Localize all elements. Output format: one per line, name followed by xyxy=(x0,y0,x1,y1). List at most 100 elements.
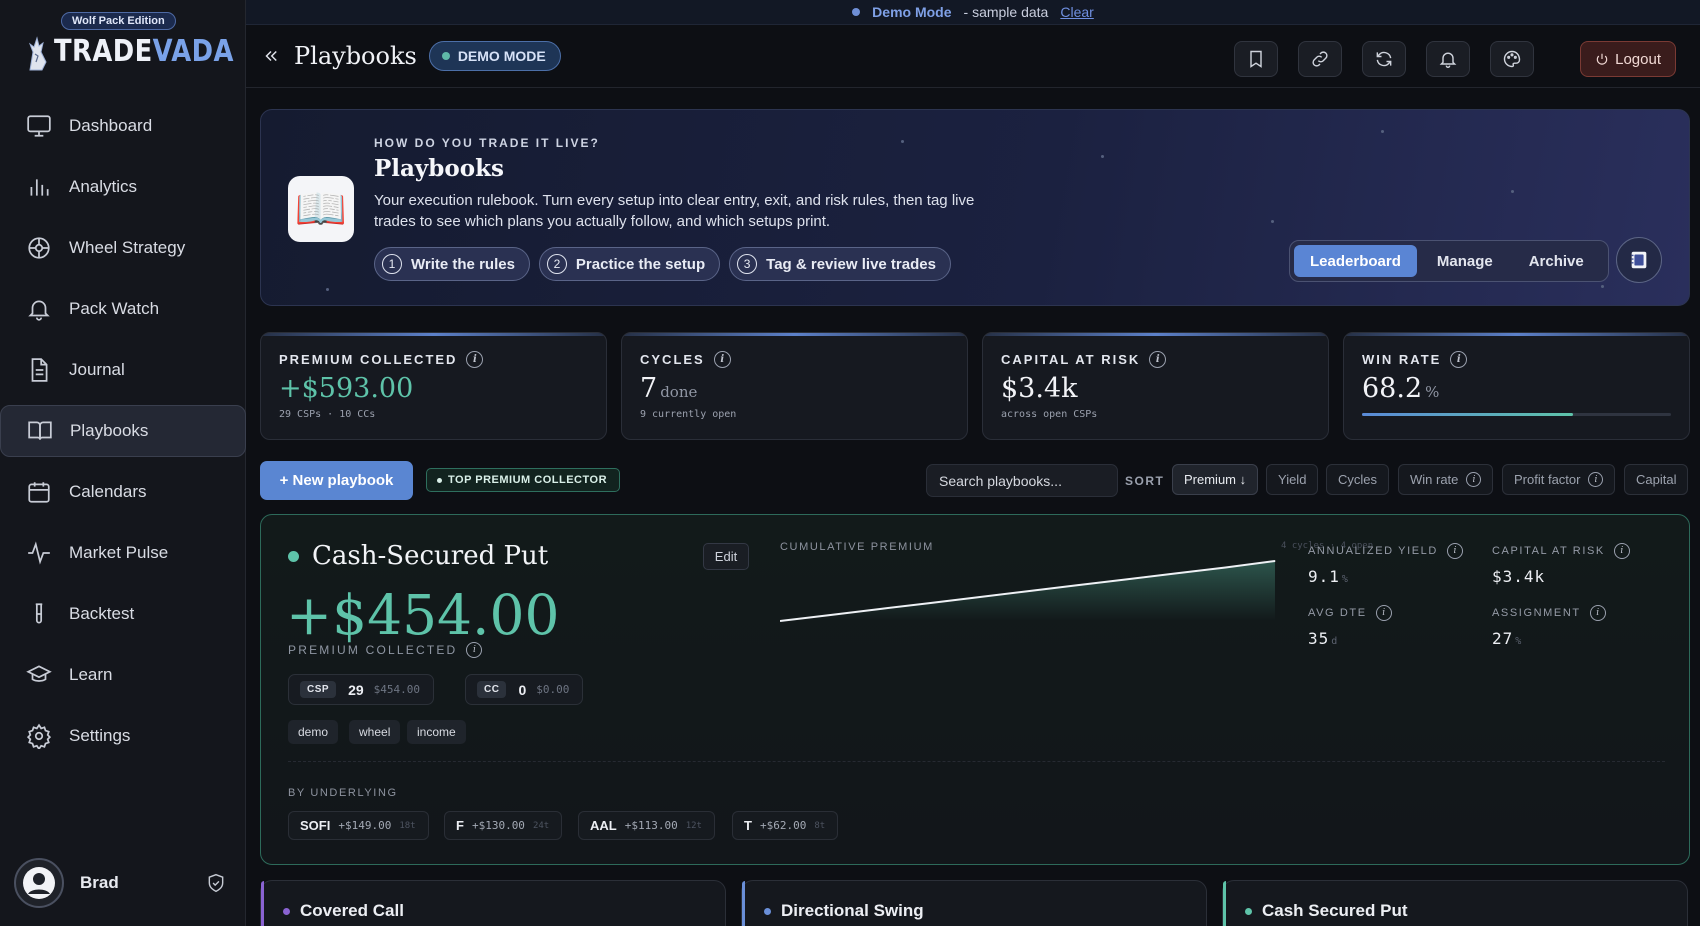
link-button[interactable] xyxy=(1298,41,1342,77)
metric-assignment: ASSIGNMENT i 27% xyxy=(1492,605,1606,648)
sort-profit-factor[interactable]: Profit factor i xyxy=(1502,464,1616,495)
sidebar-item-backtest[interactable]: Backtest xyxy=(0,588,246,640)
info-icon[interactable]: i xyxy=(1446,543,1463,559)
notebook-button[interactable] xyxy=(1616,237,1662,283)
pulse-icon xyxy=(28,541,50,565)
stat-accent xyxy=(1344,333,1689,336)
win-rate-fill xyxy=(1362,413,1573,416)
sidebar-item-label: Backtest xyxy=(69,604,135,623)
status-dot xyxy=(437,477,442,483)
theme-button[interactable] xyxy=(1490,41,1534,77)
tab-manage[interactable]: Manage xyxy=(1421,245,1509,277)
collapse-sidebar-button[interactable] xyxy=(258,43,284,69)
sidebar-item-label: Analytics xyxy=(69,177,138,196)
sidebar-item-wheel-strategy[interactable]: Wheel Strategy xyxy=(0,222,246,274)
premium-value: +$454.00 xyxy=(286,583,560,647)
sidebar-item-label: Pack Watch xyxy=(69,299,160,318)
info-icon[interactable]: i xyxy=(466,642,483,658)
playbook-title: Covered Call xyxy=(283,901,404,921)
avatar[interactable] xyxy=(14,858,64,908)
playbook-card-covered-call[interactable]: Covered Call xyxy=(260,880,726,926)
playbook-card-cash-secured-put[interactable]: Cash-Secured Put Edit +$454.00 PREMIUM C… xyxy=(260,514,1690,865)
info-icon[interactable]: i xyxy=(1450,351,1468,368)
sort-capital[interactable]: Capital xyxy=(1624,464,1689,495)
step-tag-review[interactable]: 3 Tag & review live trades xyxy=(729,247,951,281)
by-underlying-label: BY UNDERLYING xyxy=(288,787,398,799)
demo-mode-banner: Demo Mode - sample data Clear xyxy=(246,0,1700,25)
sidebar-item-label: Wheel Strategy xyxy=(69,238,186,257)
sidebar-item-pack-watch[interactable]: Pack Watch xyxy=(0,283,246,335)
info-icon[interactable]: i xyxy=(1466,472,1482,487)
underlying-chip-aal[interactable]: AAL +$113.00 12t xyxy=(578,811,715,840)
stat-value: 7 done xyxy=(640,373,698,404)
stat-accent xyxy=(983,333,1328,336)
sidebar-item-label: Dashboard xyxy=(69,116,153,135)
edit-button[interactable]: Edit xyxy=(703,543,749,570)
search-input[interactable] xyxy=(926,464,1118,497)
sidebar-item-learn[interactable]: Learn xyxy=(0,649,246,701)
sidebar-item-dashboard[interactable]: Dashboard xyxy=(0,100,246,152)
sidebar-item-label: Calendars xyxy=(69,482,147,501)
underlying-chip-sofi[interactable]: SOFI +$149.00 18t xyxy=(288,811,429,840)
stat-sub: across open CSPs xyxy=(1001,409,1098,420)
playbook-title: Cash-Secured Put xyxy=(288,541,548,571)
step-write-rules[interactable]: 1 Write the rules xyxy=(374,247,530,281)
sidebar-item-calendars[interactable]: Calendars xyxy=(0,466,246,518)
sidebar-item-analytics[interactable]: Analytics xyxy=(0,161,246,213)
demo-mode-label: Demo Mode xyxy=(872,4,952,20)
info-icon[interactable]: i xyxy=(1588,472,1604,487)
metric-avg-dte: AVG DTE i 35 d xyxy=(1308,605,1392,648)
user-profile[interactable]: Brad xyxy=(14,858,236,908)
sidebar-item-journal[interactable]: Journal xyxy=(0,344,246,396)
info-icon[interactable]: i xyxy=(1149,351,1167,368)
new-playbook-button[interactable]: + New playbook xyxy=(260,461,413,500)
notifications-button[interactable] xyxy=(1426,41,1470,77)
stat-accent xyxy=(261,333,606,336)
user-icon xyxy=(23,867,55,899)
info-icon[interactable]: i xyxy=(1589,605,1606,621)
sort-cycles[interactable]: Cycles xyxy=(1326,464,1390,495)
star-decoration xyxy=(1101,155,1104,158)
info-icon[interactable]: i xyxy=(1613,543,1630,559)
calendar-icon xyxy=(28,482,50,503)
sort-win-rate[interactable]: Win rate i xyxy=(1398,464,1494,495)
info-icon[interactable]: i xyxy=(713,351,731,368)
tag-income[interactable]: income xyxy=(407,720,466,744)
tab-leaderboard[interactable]: Leaderboard xyxy=(1294,245,1417,277)
stat-value: +$593.00 xyxy=(279,373,414,404)
logout-button[interactable]: Logout xyxy=(1580,41,1676,77)
bookmark-button[interactable] xyxy=(1234,41,1278,77)
notebook-icon xyxy=(1631,251,1647,269)
clear-demo-link[interactable]: Clear xyxy=(1060,4,1093,20)
bar-chart-icon xyxy=(30,179,49,196)
sidebar-item-playbooks[interactable]: Playbooks xyxy=(0,405,246,457)
playbook-card-cash-secured-put-2[interactable]: Cash Secured Put xyxy=(1222,880,1688,926)
sidebar-item-settings[interactable]: Settings xyxy=(0,710,246,762)
edition-badge: Wolf Pack Edition xyxy=(61,12,176,30)
playbook-card-directional-swing[interactable]: Directional Swing xyxy=(741,880,1207,926)
tab-archive[interactable]: Archive xyxy=(1513,245,1600,277)
tag-demo[interactable]: demo xyxy=(288,720,339,744)
underlying-chip-t[interactable]: T +$62.00 8t xyxy=(732,811,839,840)
info-icon[interactable]: i xyxy=(466,351,484,368)
sort-yield[interactable]: Yield xyxy=(1266,464,1319,495)
sidebar-item-market-pulse[interactable]: Market Pulse xyxy=(0,527,246,579)
sort-premium[interactable]: Premium ↓ xyxy=(1172,464,1259,495)
tag-wheel[interactable]: wheel xyxy=(349,720,401,744)
brand-logo[interactable]: Wolf Pack Edition TRADEVADA xyxy=(24,12,234,72)
hero-steps: 1 Write the rules 2 Practice the setup 3 Ta… xyxy=(374,247,951,281)
double-chevron-left-icon xyxy=(265,50,277,62)
info-icon[interactable]: i xyxy=(1375,605,1392,621)
demo-mode-text: - sample data xyxy=(963,4,1049,20)
hero-description: Your execution rulebook. Turn every setu… xyxy=(374,192,975,230)
refresh-button[interactable] xyxy=(1362,41,1406,77)
underlying-chip-f[interactable]: F +$130.00 24t xyxy=(444,811,563,840)
demo-mode-badge: DEMO MODE xyxy=(428,41,561,71)
step-practice-setup[interactable]: 2 Practice the setup xyxy=(538,247,721,281)
chart-point xyxy=(1175,572,1177,574)
playbooks-hero: 📖 HOW DO YOU TRADE IT LIVE? Playbooks Yo… xyxy=(260,109,1690,306)
chart-point xyxy=(1274,560,1276,562)
stat-win-rate: WIN RATE i 68.2% xyxy=(1343,332,1690,440)
shield-check-icon[interactable] xyxy=(206,873,226,893)
gear-icon xyxy=(26,723,52,749)
